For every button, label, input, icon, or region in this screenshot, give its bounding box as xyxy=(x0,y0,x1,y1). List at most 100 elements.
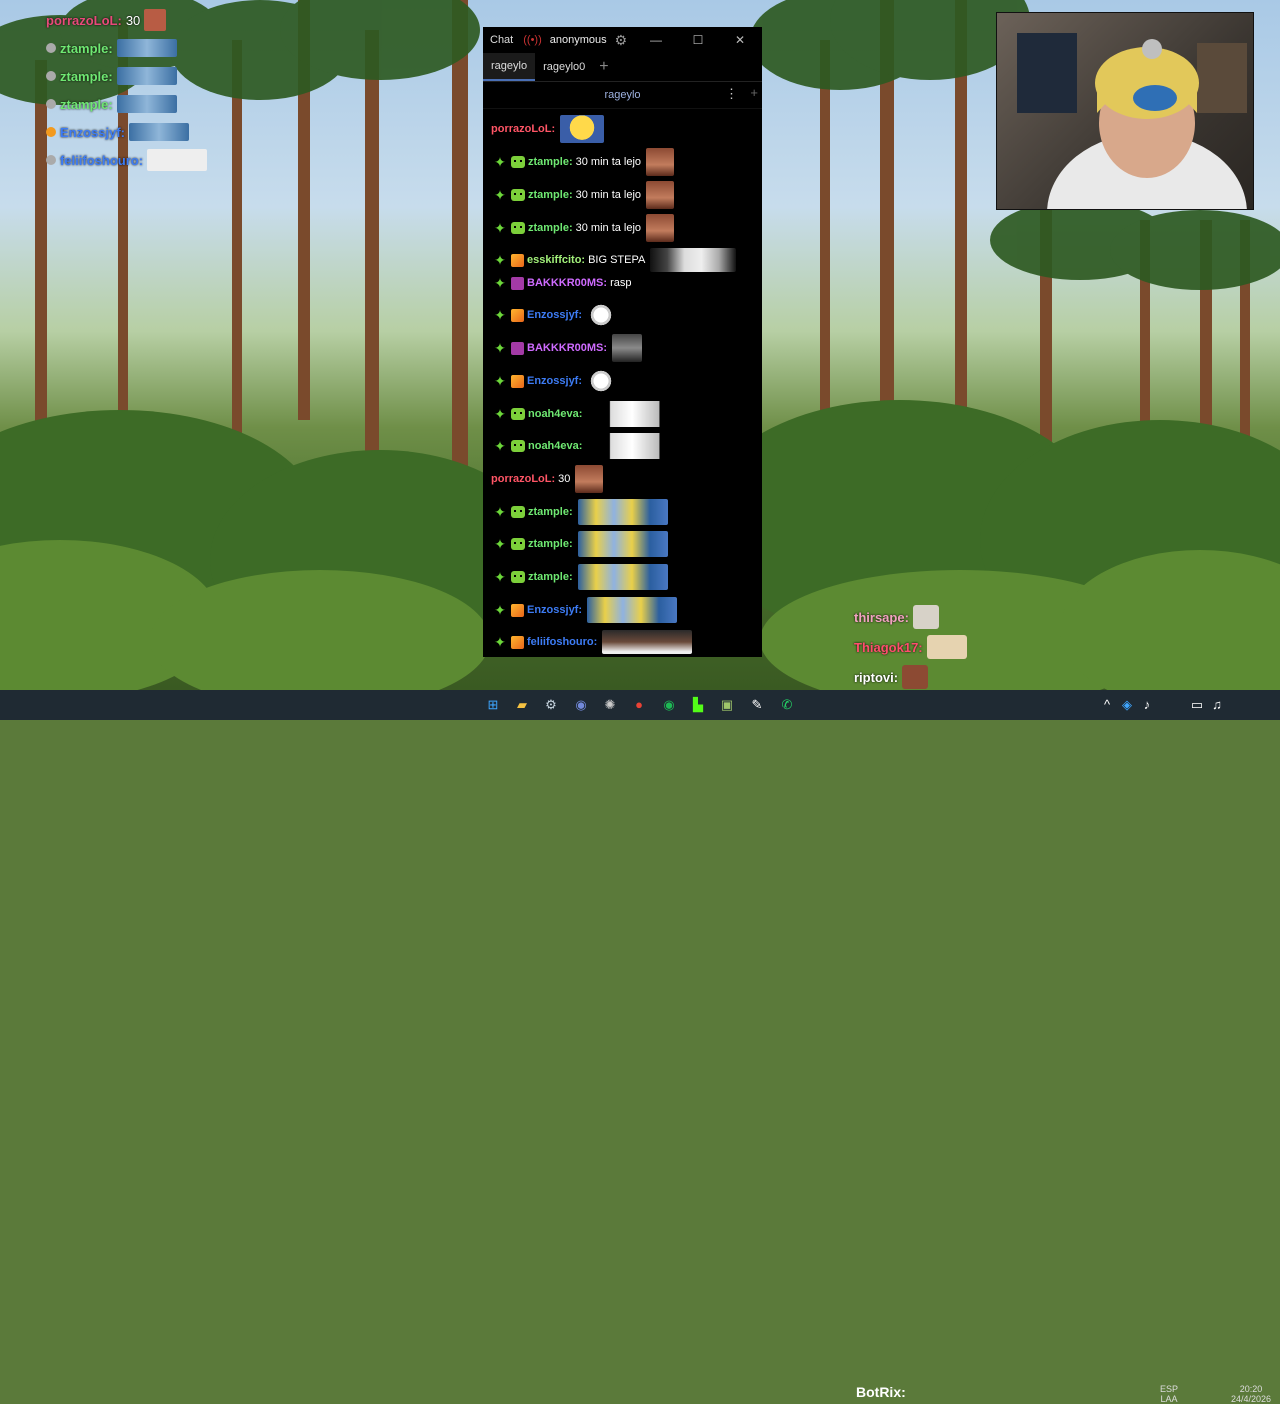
channel-name[interactable]: rageylo xyxy=(604,89,640,101)
robot-badge-icon xyxy=(511,222,525,234)
chat-message[interactable]: ✦ noah4eva: xyxy=(491,433,678,459)
mouse-emote xyxy=(587,401,678,427)
username[interactable]: Enzossjyf: xyxy=(527,309,582,321)
chat-message[interactable]: ✦ noah4eva: xyxy=(491,401,678,427)
username[interactable]: feliifoshouro: xyxy=(527,636,597,648)
username[interactable]: ztample: xyxy=(528,189,573,201)
overlay-username: Enzossjyf: xyxy=(60,124,126,140)
maximize-button[interactable]: ☐ xyxy=(689,31,707,49)
chat-message[interactable]: ✦ ztample: xyxy=(491,564,668,590)
username[interactable]: BAKKKR00MS: xyxy=(527,342,607,354)
chat-message[interactable]: porrazoLoL: 30 xyxy=(491,465,604,493)
username[interactable]: noah4eva: xyxy=(528,440,582,452)
cat-emote xyxy=(587,303,616,327)
face-emote xyxy=(147,149,208,171)
cat-emote xyxy=(587,369,616,393)
emote xyxy=(926,635,967,659)
star-badge-icon: ✦ xyxy=(494,405,506,422)
chat-message[interactable]: ✦ Enzossjyf: xyxy=(491,369,616,393)
chat-message[interactable]: ✦ ztample: 30 min ta lejo xyxy=(491,214,675,242)
username[interactable]: BAKKKR00MS: xyxy=(527,277,607,289)
overlay-chat-row: porrazoLoL: 30 xyxy=(46,6,286,34)
star-badge-icon: ✦ xyxy=(494,219,506,236)
badge-icon xyxy=(46,127,56,137)
username[interactable]: Enzossjyf: xyxy=(527,604,582,616)
overlay-username: porrazoLoL: xyxy=(46,12,122,28)
username[interactable]: porrazoLoL: xyxy=(491,123,555,135)
more-options-icon[interactable]: ⋮ xyxy=(725,86,738,102)
chat-message[interactable]: ✦ Enzossjyf: xyxy=(491,303,616,327)
star-badge-icon: ✦ xyxy=(494,153,506,170)
message-list[interactable]: porrazoLoL: ✦ ztample: 30 min ta lejo ✦ … xyxy=(483,108,762,657)
username[interactable]: ztample: xyxy=(528,538,573,550)
chat-message[interactable]: ✦ esskiffcito: BIG STEPA xyxy=(491,248,737,272)
settings-gear-icon[interactable]: ⚙ xyxy=(615,32,628,49)
language-indicator[interactable]: ESP LAA xyxy=(1160,1384,1178,1404)
overlay-chat-row: Thiagok17: xyxy=(854,632,967,662)
username[interactable]: ztample: xyxy=(528,506,573,518)
chat-message[interactable]: porrazoLoL: xyxy=(491,115,605,143)
username[interactable]: ztample: xyxy=(528,222,573,234)
steam-icon[interactable]: ⚙ xyxy=(542,696,560,714)
username[interactable]: Enzossjyf: xyxy=(527,375,582,387)
title-bar[interactable]: Chat ((•)) anonymous ⚙ — ☐ ✕ xyxy=(483,27,762,53)
kick-icon[interactable]: ▙ xyxy=(689,696,707,714)
chat-message[interactable]: ✦ BAKKKR00MS: rasp xyxy=(491,271,631,295)
overlay-chat-row: riptovi: xyxy=(854,662,967,692)
close-button[interactable]: ✕ xyxy=(731,31,749,49)
prime-badge-icon xyxy=(511,276,524,290)
account-switcher[interactable]: anonymous xyxy=(550,34,607,46)
whatsapp-icon[interactable]: ✆ xyxy=(778,696,796,714)
username[interactable]: esskiffcito: xyxy=(527,254,585,266)
star-badge-icon: ✦ xyxy=(494,306,506,323)
tab-rageylo0[interactable]: rageylo0 xyxy=(535,53,593,81)
spotify-icon[interactable]: ◉ xyxy=(660,696,678,714)
badge-icon xyxy=(46,71,56,81)
overlay-username: feliifoshouro: xyxy=(60,152,144,168)
dark-emote xyxy=(612,334,643,362)
overlay-username: ztample: xyxy=(60,96,113,112)
face-emote xyxy=(646,214,675,242)
overlay-username: ztample: xyxy=(60,40,113,56)
discord-icon[interactable]: ◉ xyxy=(572,696,590,714)
chat-message[interactable]: ✦ ztample: 30 min ta lejo xyxy=(491,181,675,209)
streamer-mode-icon[interactable]: ((•)) xyxy=(523,34,542,46)
add-tab-button[interactable]: + xyxy=(599,58,608,76)
chatterino-icon[interactable]: ✎ xyxy=(748,696,766,714)
language-code: ESP xyxy=(1160,1384,1179,1394)
minimize-button[interactable]: — xyxy=(647,31,665,49)
chat-message[interactable]: ✦ ztample: xyxy=(491,531,668,557)
face-emote xyxy=(646,148,675,176)
prime-badge-icon xyxy=(511,341,524,355)
windows-start-icon[interactable]: ⊞ xyxy=(484,696,502,714)
settings-icon[interactable]: ✺ xyxy=(601,696,619,714)
chat-message[interactable]: ✦ feliifoshouro: xyxy=(491,630,693,654)
username[interactable]: ztample: xyxy=(528,156,573,168)
volume-icon[interactable]: ♫ xyxy=(1208,696,1226,714)
file-explorer-icon[interactable]: ▰ xyxy=(513,696,531,714)
minecraft-icon[interactable]: ▣ xyxy=(718,696,736,714)
chat-message[interactable]: ✦ ztample: 30 min ta lejo xyxy=(491,148,675,176)
username[interactable]: ztample: xyxy=(528,571,573,583)
robot-badge-icon xyxy=(511,506,525,518)
chat-message[interactable]: ✦ ztample: xyxy=(491,499,668,525)
face-emote xyxy=(575,465,604,493)
chevron-up-icon[interactable]: ^ xyxy=(1098,696,1116,714)
add-split-button[interactable]: + xyxy=(750,85,758,100)
chat-message[interactable]: ✦ BAKKKR00MS: xyxy=(491,334,643,362)
network-icon[interactable]: ◈ xyxy=(1118,696,1136,714)
username[interactable]: porrazoLoL: xyxy=(491,473,555,485)
username[interactable]: noah4eva: xyxy=(528,408,582,420)
chat-message[interactable]: ✦ Enzossjyf: xyxy=(491,597,678,623)
chrome-icon[interactable]: ● xyxy=(630,696,648,714)
clock[interactable]: 20:20 24/4/2026 xyxy=(1226,1384,1276,1404)
star-badge-icon: ✦ xyxy=(494,251,506,268)
star-badge-icon: ✦ xyxy=(494,372,506,389)
display-icon[interactable]: ▭ xyxy=(1188,696,1206,714)
star-badge-icon: ✦ xyxy=(494,568,506,585)
tab-rageylo[interactable]: rageylo xyxy=(483,53,536,81)
microphone-icon[interactable]: ♪ xyxy=(1138,696,1156,714)
face-emote xyxy=(144,9,167,31)
mouse-emote xyxy=(587,433,678,459)
sub-gift-badge-icon xyxy=(511,635,524,649)
